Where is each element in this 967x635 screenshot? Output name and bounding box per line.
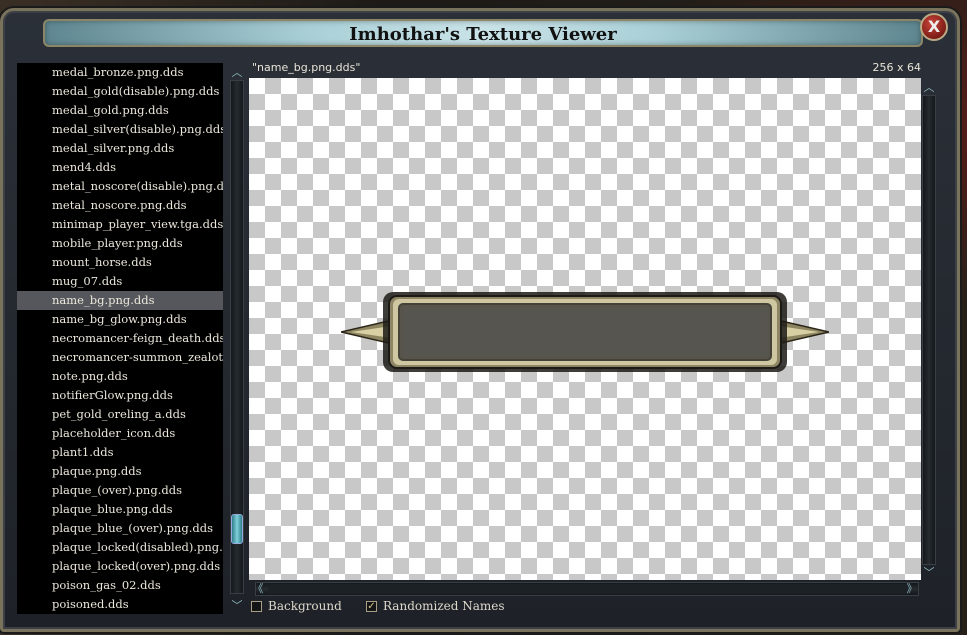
- file-list-item[interactable]: plaque_(over).png.dds: [17, 481, 223, 500]
- texture-preview: [249, 78, 921, 580]
- texture-dimensions: 256 x 64: [872, 61, 922, 74]
- preview-vertical-scrollbar[interactable]: [922, 95, 936, 565]
- preview-file-name: "name_bg.png.dds": [252, 61, 361, 74]
- right-arrow-icon[interactable]: 》: [904, 582, 920, 596]
- close-icon: X: [927, 17, 941, 36]
- file-list-item[interactable]: placeholder_icon.dds: [17, 424, 223, 443]
- close-button[interactable]: X: [920, 13, 948, 41]
- file-list-item[interactable]: note.png.dds: [17, 367, 223, 386]
- file-list-item[interactable]: plaque_blue_(over).png.dds: [17, 519, 223, 538]
- file-list-item[interactable]: necromancer-summon_zealot_a.dds: [17, 348, 223, 367]
- preview-horizontal-thumb[interactable]: [268, 584, 908, 594]
- randomized-names-option[interactable]: ✓ Randomized Names: [366, 599, 505, 613]
- name-bg-texture-image: [341, 292, 829, 372]
- file-list-item[interactable]: notifierGlow.png.dds: [17, 386, 223, 405]
- down-arrow-icon[interactable]: ﹀: [229, 599, 245, 613]
- window-title: Imhothar's Texture Viewer: [349, 24, 617, 45]
- preview-up-arrow-icon[interactable]: ︿: [921, 81, 937, 95]
- file-list-item[interactable]: pet_gold_oreling_a.dds: [17, 405, 223, 424]
- file-list-item[interactable]: metal_noscore(disable).png.dds: [17, 177, 223, 196]
- file-list-item[interactable]: mug_07.dds: [17, 272, 223, 291]
- file-list-item[interactable]: medal_silver.png.dds: [17, 139, 223, 158]
- file-list-item[interactable]: mobile_player.png.dds: [17, 234, 223, 253]
- randomized-names-label: Randomized Names: [383, 599, 505, 613]
- preview-horizontal-scrollbar[interactable]: [255, 582, 919, 596]
- randomized-names-checkbox[interactable]: ✓: [366, 600, 377, 612]
- left-arrow-icon[interactable]: 《: [250, 582, 266, 596]
- file-list-item[interactable]: plant1.dds: [17, 443, 223, 462]
- file-list-item[interactable]: metal_noscore.png.dds: [17, 196, 223, 215]
- file-list-item[interactable]: name_bg.png.dds: [17, 291, 223, 310]
- title-bar[interactable]: Imhothar's Texture Viewer: [43, 19, 923, 47]
- file-list-item[interactable]: poison_gas_02.dds: [17, 576, 223, 595]
- file-list-scroll-thumb[interactable]: [231, 514, 243, 544]
- file-list-item[interactable]: plaque_blue.png.dds: [17, 500, 223, 519]
- file-list-item[interactable]: medal_gold(disable).png.dds: [17, 82, 223, 101]
- file-list-item[interactable]: minimap_player_view.tga.dds: [17, 215, 223, 234]
- file-list-item[interactable]: name_bg_glow.png.dds: [17, 310, 223, 329]
- file-list-item[interactable]: medal_bronze.png.dds: [17, 63, 223, 82]
- background-checkbox[interactable]: [251, 600, 262, 612]
- file-list-item[interactable]: mend4.dds: [17, 158, 223, 177]
- preview-down-arrow-icon[interactable]: ﹀: [921, 566, 937, 580]
- background-label: Background: [268, 599, 342, 613]
- file-list-item[interactable]: plaque_locked(disabled).png.dds: [17, 538, 223, 557]
- file-list-item[interactable]: plaque_locked(over).png.dds: [17, 557, 223, 576]
- file-list-item[interactable]: medal_silver(disable).png.dds: [17, 120, 223, 139]
- texture-file-list[interactable]: medal_bronze.png.dds medal_gold(disable).…: [17, 63, 223, 614]
- background-option[interactable]: Background: [251, 599, 342, 613]
- file-list-item[interactable]: poisoned.dds: [17, 595, 223, 614]
- file-list-scrollbar[interactable]: [230, 80, 244, 594]
- file-list-item[interactable]: necromancer-feign_death.dds: [17, 329, 223, 348]
- file-list-item[interactable]: medal_gold.png.dds: [17, 101, 223, 120]
- file-list-item[interactable]: mount_horse.dds: [17, 253, 223, 272]
- file-list-item[interactable]: plaque.png.dds: [17, 462, 223, 481]
- up-arrow-icon[interactable]: ︿: [229, 66, 245, 80]
